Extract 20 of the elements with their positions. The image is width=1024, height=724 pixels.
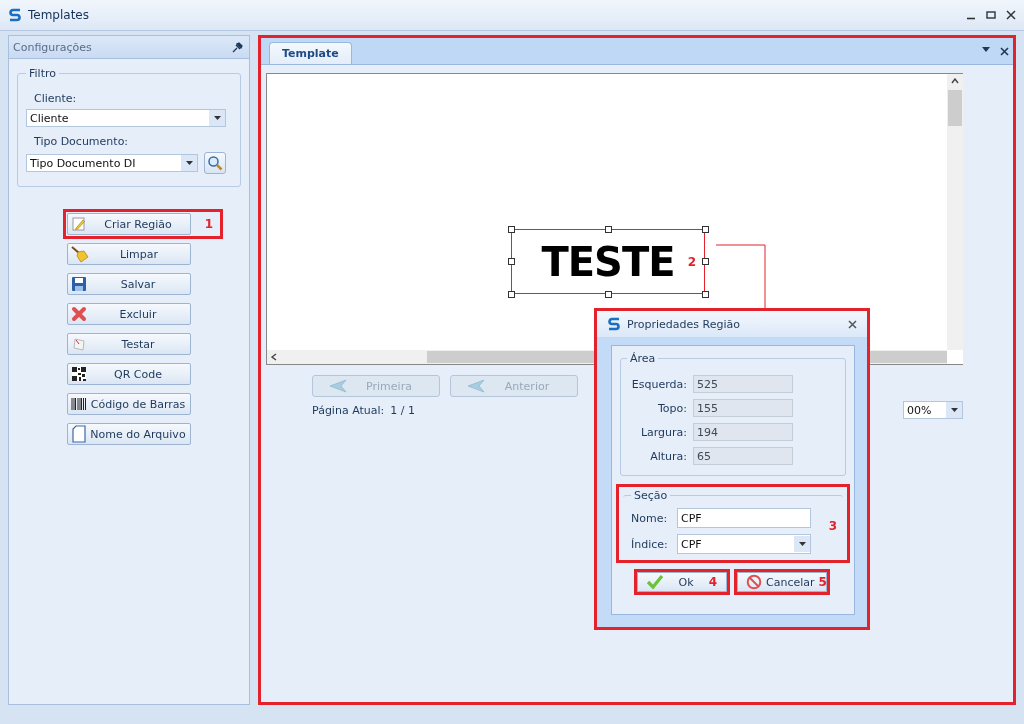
group-legend: Área <box>627 352 659 365</box>
panel-title: Configurações <box>13 40 92 54</box>
field-label: Esquerda: <box>630 377 687 391</box>
group-legend: Seção <box>631 489 671 502</box>
page-label: Página Atual: <box>312 403 385 417</box>
field-label: Tipo Documento: <box>34 135 130 148</box>
field-label: Topo: <box>657 401 687 415</box>
page-value: 1 / 1 <box>390 403 415 417</box>
field-label: Nome: <box>631 511 669 525</box>
window-title: Templates <box>28 8 89 22</box>
dialog-title: Propriedades Região <box>627 317 740 331</box>
annotation-number: 1 <box>204 216 213 233</box>
annotation-number: 2 <box>687 254 696 269</box>
annotation-number: 3 <box>828 519 837 533</box>
group-legend: Filtro <box>26 67 59 80</box>
field-label: Largura: <box>639 425 687 439</box>
region-text: TESTE <box>541 238 675 285</box>
field-label: Altura: <box>649 449 687 463</box>
field-label: Índice: <box>631 537 669 551</box>
field-label: Cliente: <box>34 92 78 105</box>
